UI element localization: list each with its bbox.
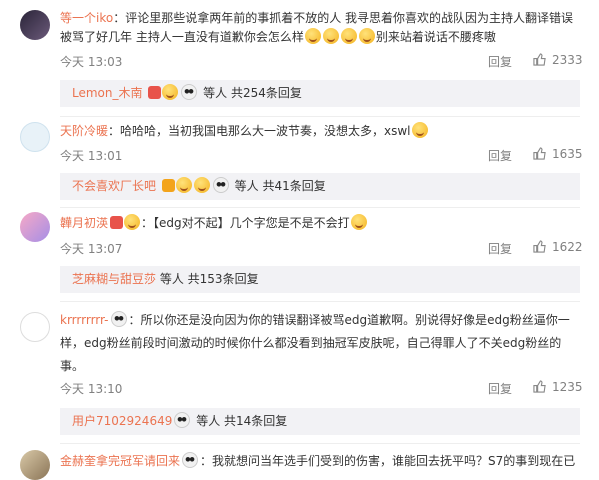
comment-text: ：【edg对不起】几个字您是不是不会打 bbox=[141, 216, 350, 230]
thumbs-up-icon bbox=[533, 380, 546, 393]
emoji-icon bbox=[304, 28, 321, 44]
panda-icon bbox=[182, 452, 199, 468]
badge-icon bbox=[161, 179, 175, 192]
emoji-icon bbox=[322, 28, 339, 44]
reply-count: 等人 共41条回复 bbox=[234, 179, 326, 193]
emoji-icon bbox=[162, 84, 179, 100]
comment-text: 别来站着说话不腰疼嗷 bbox=[375, 30, 496, 44]
comment-text: 被骂了好几年 主持人一直没有道歉你会怎么样 bbox=[60, 30, 304, 44]
panda-icon bbox=[181, 84, 198, 100]
emoji-icon bbox=[340, 28, 357, 44]
like-button[interactable]: 2333 bbox=[533, 53, 583, 67]
reply-button[interactable]: 回复 bbox=[488, 147, 512, 164]
avatar[interactable] bbox=[20, 450, 50, 480]
avatar[interactable] bbox=[20, 10, 50, 40]
panda-icon bbox=[110, 311, 127, 327]
panda-icon bbox=[212, 177, 229, 193]
timestamp: 今天 13:10 bbox=[60, 382, 123, 396]
timestamp: 今天 13:01 bbox=[60, 149, 123, 163]
avatar[interactable] bbox=[20, 212, 50, 242]
divider bbox=[60, 301, 580, 302]
reply-username[interactable]: 用户7102924649 bbox=[72, 414, 172, 428]
reply-button[interactable]: 回复 bbox=[488, 53, 512, 70]
thumbs-up-icon bbox=[533, 240, 546, 253]
like-button[interactable]: 1622 bbox=[533, 240, 583, 254]
like-count: 2333 bbox=[552, 53, 583, 67]
reply-count: 等人 共153条回复 bbox=[159, 272, 259, 286]
comment-text: ：评论里那些说拿两年前的事抓着不放的人 我寻思着你喜欢的战队因为主持人翻译错误 bbox=[113, 11, 574, 25]
panda-icon bbox=[174, 412, 191, 428]
reply-username[interactable]: 不会喜欢厂长吧 bbox=[72, 179, 156, 193]
username[interactable]: 韡月初渶 bbox=[60, 216, 108, 230]
comment-text: 样，edg粉丝前段时间激动的时候你什么都没看到抽冠军皮肤呢，自己得罪人了不关ed… bbox=[60, 336, 562, 350]
badge-icon bbox=[148, 86, 162, 99]
reply-count: 等人 共14条回复 bbox=[196, 414, 288, 428]
username[interactable]: 天阶冷暖 bbox=[60, 124, 108, 138]
like-count: 1235 bbox=[552, 380, 583, 394]
comment-text: 事。 bbox=[60, 359, 85, 373]
comment-text: ：我就想问当年选手们受到的伤害，谁能回去抚平吗？S7的事到现在已 bbox=[200, 454, 576, 468]
like-count: 1635 bbox=[552, 147, 583, 161]
divider bbox=[60, 207, 580, 208]
badge-icon bbox=[110, 216, 124, 229]
reply-count: 等人 共254条回复 bbox=[203, 86, 302, 100]
timestamp: 今天 13:03 bbox=[60, 55, 123, 69]
emoji-icon bbox=[193, 177, 210, 193]
avatar[interactable] bbox=[20, 312, 50, 342]
emoji-icon bbox=[175, 177, 192, 193]
like-button[interactable]: 1235 bbox=[533, 380, 583, 394]
emoji-icon bbox=[124, 214, 141, 230]
username[interactable]: krrrrrrrr- bbox=[60, 313, 109, 327]
comment-text: ：哈哈哈，当初我国电那么大一波节奏，没想太多，xswl bbox=[108, 124, 411, 138]
thumbs-up-icon bbox=[533, 53, 546, 66]
comment-text: ：所以你还是没向因为你的错误翻译被骂edg道歉啊。别说得好像是edg粉丝逼你一 bbox=[128, 313, 570, 327]
emoji-icon bbox=[411, 122, 428, 138]
reply-button[interactable]: 回复 bbox=[488, 240, 512, 257]
avatar[interactable] bbox=[20, 122, 50, 152]
reply-button[interactable]: 回复 bbox=[488, 380, 512, 397]
like-button[interactable]: 1635 bbox=[533, 147, 583, 161]
sub-reply-summary[interactable]: 不会喜欢厂长吧 等人 共41条回复 bbox=[60, 173, 580, 200]
reply-username[interactable]: 芝麻糊与甜豆莎 bbox=[72, 272, 156, 286]
emoji-icon bbox=[358, 28, 375, 44]
username[interactable]: 金赫奎拿完冠军请回来 bbox=[60, 454, 180, 468]
sub-reply-summary[interactable]: 芝麻糊与甜豆莎 等人 共153条回复 bbox=[60, 266, 580, 293]
divider bbox=[60, 116, 580, 117]
reply-username[interactable]: Lemon_木南 bbox=[72, 86, 143, 100]
sub-reply-summary[interactable]: 用户7102924649 等人 共14条回复 bbox=[60, 408, 580, 435]
sub-reply-summary[interactable]: Lemon_木南 等人 共254条回复 bbox=[60, 80, 580, 107]
like-count: 1622 bbox=[552, 240, 583, 254]
divider bbox=[60, 443, 580, 444]
username[interactable]: 等一个iko bbox=[60, 11, 113, 25]
thumbs-up-icon bbox=[533, 147, 546, 160]
timestamp: 今天 13:07 bbox=[60, 242, 123, 256]
emoji-icon bbox=[350, 214, 367, 230]
